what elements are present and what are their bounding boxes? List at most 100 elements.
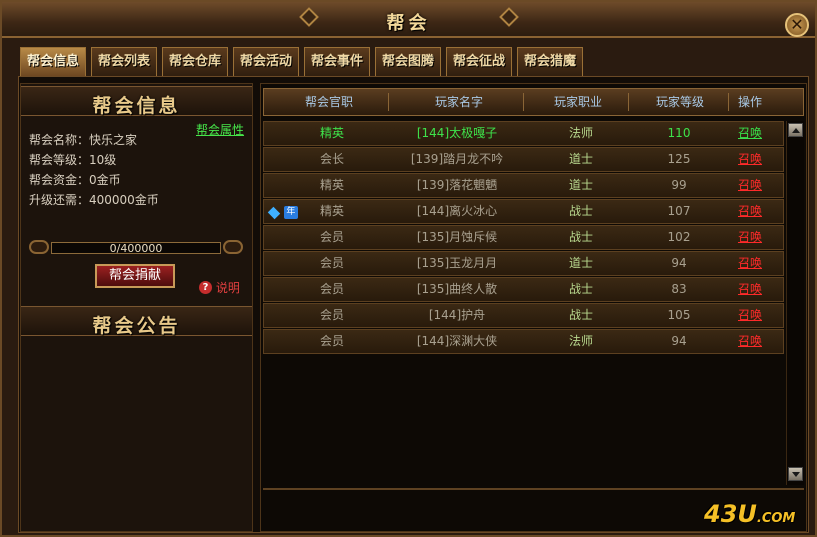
header-separator — [388, 93, 389, 111]
announcement-heading: 帮会公告 — [92, 315, 181, 337]
member-title: 会员 — [319, 308, 344, 322]
upgrade-progress: 0/400000 — [29, 238, 243, 256]
scrollbar[interactable] — [786, 121, 804, 485]
guild-level-line: 帮会等级：10级 — [29, 153, 117, 167]
header-separator — [628, 93, 629, 111]
col-header-job: 玩家职业 — [553, 95, 602, 109]
summon-link[interactable]: 召唤 — [738, 282, 762, 296]
guild-info-header: 帮会信息 — [21, 86, 252, 117]
tab-guild-war[interactable]: 帮会征战 — [446, 47, 512, 77]
member-job: 道士 — [568, 256, 593, 270]
col-header-level: 玩家等级 — [655, 95, 704, 109]
member-name: [144]护舟 — [428, 308, 486, 322]
guild-funds-line: 帮会资金：0金币 — [29, 173, 121, 187]
member-level: 83 — [671, 282, 687, 296]
header-separator — [523, 93, 524, 111]
member-level: 110 — [667, 126, 691, 140]
tab-guild-activity[interactable]: 帮会活动 — [233, 47, 299, 77]
progress-ornament-right — [223, 240, 243, 254]
member-job: 战士 — [568, 204, 593, 218]
member-level: 99 — [671, 178, 687, 192]
tab-guild-demon-hunt[interactable]: 帮会猎魔 — [517, 47, 583, 77]
table-row[interactable]: 会员 [135]月蚀斥候 战士 102 召唤 — [263, 225, 784, 250]
help-link[interactable]: ? 说明 — [199, 279, 240, 296]
summon-link[interactable]: 召唤 — [738, 126, 762, 140]
col-header-action: 操作 — [737, 95, 762, 109]
progress-ornament-left — [29, 240, 49, 254]
member-job: 道士 — [568, 152, 593, 166]
member-level: 102 — [667, 230, 691, 244]
member-name: [139]踏月龙不吟 — [410, 152, 504, 166]
watermark-suffix: .COM — [756, 511, 796, 526]
member-title: 精英 — [319, 126, 344, 140]
member-name: [135]月蚀斥候 — [416, 230, 498, 244]
member-title: 精英 — [319, 178, 344, 192]
guild-info-heading: 帮会信息 — [92, 95, 181, 117]
tab-guild-totem[interactable]: 帮会图腾 — [375, 47, 441, 77]
member-level: 107 — [667, 204, 691, 218]
col-header-title: 帮会官职 — [304, 95, 353, 109]
announcement-header: 帮会公告 — [21, 306, 252, 337]
table-header: 帮会官职 玩家名字 玩家职业 玩家等级 操作 — [263, 88, 804, 116]
table-row[interactable]: 会员 [135]玉龙月月 道士 94 召唤 — [263, 251, 784, 276]
tab-guild-events[interactable]: 帮会事件 — [304, 47, 370, 77]
guild-attributes-link[interactable]: 帮会属性 — [196, 121, 244, 138]
scroll-up-button[interactable] — [788, 123, 803, 137]
guild-upgrade-line: 升级还需：400000金币 — [29, 193, 159, 207]
member-title: 会员 — [319, 256, 344, 270]
member-job: 道士 — [568, 178, 593, 192]
scroll-down-button[interactable] — [788, 467, 803, 481]
tab-guild-list[interactable]: 帮会列表 — [91, 47, 157, 77]
table-row[interactable]: 精英 [139]落花魍魉 道士 99 召唤 — [263, 173, 784, 198]
announcement-body[interactable] — [25, 340, 247, 526]
donate-button[interactable]: 帮会捐献 — [95, 264, 175, 288]
member-level: 125 — [667, 152, 691, 166]
table-row[interactable]: 会员 [144]深渊大侠 法师 94 召唤 — [263, 329, 784, 354]
member-job: 战士 — [568, 308, 593, 322]
member-title: 会长 — [319, 152, 344, 166]
member-level: 94 — [671, 334, 687, 348]
guild-name-line: 帮会名称：快乐之家 — [29, 133, 138, 147]
tab-guild-info[interactable]: 帮会信息 — [20, 47, 86, 77]
member-name: [135]曲终人散 — [416, 282, 498, 296]
close-button[interactable]: ✕ — [785, 13, 809, 37]
help-label: 说明 — [215, 281, 240, 295]
help-icon: ? — [199, 281, 212, 294]
title-bar[interactable]: 帮会 ✕ — [2, 2, 815, 38]
table-row[interactable]: 会员 [135]曲终人散 战士 83 召唤 — [263, 277, 784, 302]
guild-window: 帮会 ✕ 帮会信息 帮会列表 帮会仓库 帮会活动 帮会事件 帮会图腾 帮会征战 … — [0, 0, 817, 537]
member-list-panel: 帮会官职 玩家名字 玩家职业 玩家等级 操作 精英 [144]太极嘎子 法师 110 召… — [260, 83, 807, 532]
summon-link[interactable]: 召唤 — [738, 178, 762, 192]
summon-link[interactable]: 召唤 — [738, 334, 762, 348]
tab-guild-warehouse[interactable]: 帮会仓库 — [162, 47, 228, 77]
header-separator — [728, 93, 729, 111]
table-row[interactable]: 会长 [139]踏月龙不吟 道士 125 召唤 — [263, 147, 784, 172]
member-name: [144]离火冰心 — [416, 204, 498, 218]
table-row[interactable]: 年精英 [144]离火冰心 战士 107 召唤 — [263, 199, 784, 224]
member-title: 会员 — [319, 334, 344, 348]
col-header-name: 玩家名字 — [434, 95, 483, 109]
member-level: 94 — [671, 256, 687, 270]
member-title: 精英 — [319, 204, 344, 218]
member-job: 战士 — [568, 230, 593, 244]
summon-link[interactable]: 召唤 — [738, 204, 762, 218]
summon-link[interactable]: 召唤 — [738, 152, 762, 166]
member-title: 会员 — [319, 282, 344, 296]
member-job: 法师 — [568, 126, 593, 140]
member-job: 法师 — [568, 334, 593, 348]
member-job: 战士 — [568, 282, 593, 296]
table-row[interactable]: 会员 [144]护舟 战士 105 召唤 — [263, 303, 784, 328]
progress-text: 0/400000 — [109, 242, 163, 255]
diamond-icon — [267, 206, 281, 219]
table-row[interactable]: 精英 [144]太极嘎子 法师 110 召唤 — [263, 121, 784, 146]
member-name: [135]玉龙月月 — [416, 256, 498, 270]
member-name: [144]太极嘎子 — [416, 126, 498, 140]
member-name: [139]落花魍魉 — [416, 178, 498, 192]
guild-info-panel: 帮会信息 帮会属性 帮会名称：快乐之家 帮会等级：10级 帮会资金：0金币 升级… — [20, 83, 253, 532]
summon-link[interactable]: 召唤 — [738, 230, 762, 244]
summon-link[interactable]: 召唤 — [738, 256, 762, 270]
watermark-text: 43U — [704, 500, 757, 528]
site-watermark: 43U.COM — [704, 500, 795, 528]
summon-link[interactable]: 召唤 — [738, 308, 762, 322]
member-level: 105 — [667, 308, 691, 322]
